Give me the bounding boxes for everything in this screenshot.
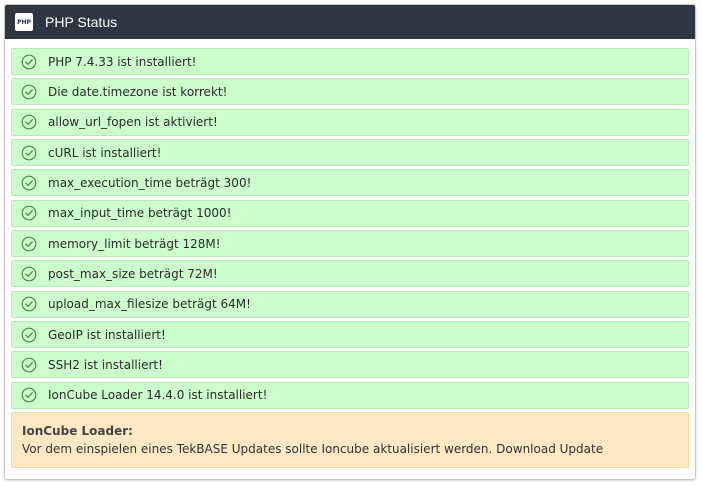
- check-circle-icon: [21, 84, 37, 100]
- notice-title: IonCube Loader:: [22, 424, 133, 439]
- status-row-text: max_input_time beträgt 1000!: [48, 206, 232, 221]
- status-row: cURL ist installiert!: [11, 139, 689, 167]
- check-circle-icon: [21, 357, 37, 373]
- status-row: max_execution_time beträgt 300!: [11, 169, 689, 197]
- status-row-text: SSH2 ist installiert!: [48, 357, 163, 372]
- check-circle-icon: [21, 236, 37, 251]
- status-row: PHP 7.4.33 ist installiert!: [11, 48, 689, 75]
- status-row-text: allow_url_fopen ist aktiviert!: [48, 115, 218, 130]
- status-list: PHP 7.4.33 ist installiert! Die date.time…: [11, 48, 689, 409]
- ioncube-notice: IonCube Loader: Vor dem einspielen eines…: [11, 412, 689, 469]
- php-icon: PHP: [15, 13, 33, 31]
- check-circle-icon: [21, 205, 37, 221]
- panel-title: PHP Status: [45, 14, 118, 30]
- panel-header: PHP PHP Status: [5, 5, 695, 39]
- status-row: max_input_time beträgt 1000!: [11, 199, 689, 227]
- status-row: post_max_size beträgt 72M!: [11, 260, 689, 288]
- status-row: IonCube Loader 14.4.0 ist installiert!: [11, 381, 689, 409]
- php-status-panel: PHP PHP Status PHP 7.4.33 ist installier…: [4, 4, 696, 480]
- check-circle-icon: [21, 54, 37, 69]
- status-row: GeoIP ist installiert!: [11, 321, 689, 349]
- check-circle-icon: [21, 296, 37, 312]
- check-circle-icon: [21, 145, 37, 160]
- status-row-text: max_execution_time beträgt 300!: [48, 175, 252, 190]
- check-circle-icon: [21, 387, 37, 403]
- status-row-text: Die date.timezone ist korrekt!: [48, 84, 228, 99]
- status-row-text: IonCube Loader 14.4.0 ist installiert!: [48, 388, 268, 403]
- check-circle-icon: [21, 175, 37, 191]
- status-row-text: cURL ist installiert!: [48, 145, 162, 160]
- panel-body: PHP 7.4.33 ist installiert! Die date.time…: [5, 39, 695, 469]
- check-circle-icon: [21, 114, 37, 130]
- status-row-text: GeoIP ist installiert!: [48, 327, 166, 342]
- status-row-text: PHP 7.4.33 ist installiert!: [48, 54, 197, 69]
- status-row: upload_max_filesize beträgt 64M!: [11, 290, 689, 318]
- status-row: allow_url_fopen ist aktiviert!: [11, 108, 689, 136]
- notice-text: Vor dem einspielen eines TekBASE Updates…: [22, 442, 604, 457]
- status-row: Die date.timezone ist korrekt!: [11, 78, 689, 106]
- status-row-text: post_max_size beträgt 72M!: [48, 266, 218, 281]
- status-row-text: memory_limit beträgt 128M!: [48, 236, 221, 251]
- status-row: memory_limit beträgt 128M!: [11, 230, 689, 258]
- status-row: SSH2 ist installiert!: [11, 351, 689, 379]
- status-row-text: upload_max_filesize beträgt 64M!: [48, 297, 251, 312]
- check-circle-icon: [21, 327, 37, 342]
- php-icon-text: PHP: [17, 18, 31, 26]
- check-circle-icon: [21, 266, 37, 282]
